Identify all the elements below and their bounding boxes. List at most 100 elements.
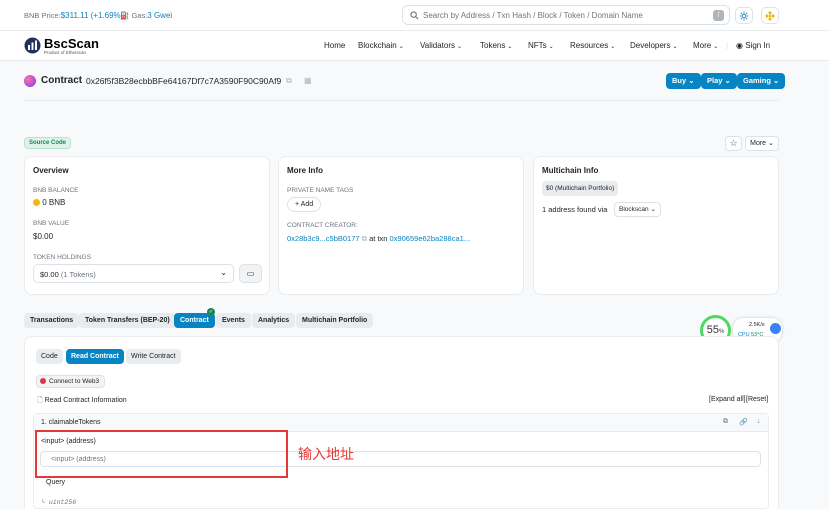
chevron-down-icon: ⌄: [768, 140, 774, 147]
qr-code-icon[interactable]: ▦: [304, 76, 312, 85]
network-switch-button[interactable]: [761, 7, 779, 24]
tab-multichain-portfolio[interactable]: Multichain Portfolio: [296, 313, 374, 328]
chevron-down-icon: ⌄: [507, 44, 513, 50]
nav-tokens[interactable]: Tokens ⌄: [480, 41, 512, 50]
chevron-down-icon: ⌄: [456, 44, 463, 50]
chevron-down-icon: ⌄: [672, 44, 678, 50]
bnb-balance-label: BNB BALANCE: [33, 187, 79, 194]
chevron-down-icon: ⌄: [220, 268, 227, 277]
nav-blockchain[interactable]: Blockchain ⌄: [358, 41, 404, 50]
annotation-highlight-box: [35, 430, 288, 478]
blockscan-dropdown[interactable]: Blockscan ⌄: [614, 202, 661, 217]
gaming-button[interactable]: Gaming ⌄: [737, 73, 786, 89]
gas-price: ⛽ Gas: 3 Gwei: [120, 11, 173, 20]
search-shortcut: /: [713, 10, 724, 21]
copy-icon[interactable]: ⧉: [286, 76, 292, 86]
chevron-down-icon: ⌄: [724, 76, 731, 85]
star-icon: ☆: [729, 138, 738, 148]
subtab-write-contract[interactable]: Write Contract: [126, 349, 181, 364]
chevron-down-icon: ⌄: [650, 206, 656, 213]
nav-more[interactable]: More ⌄: [693, 41, 718, 50]
nav-nfts[interactable]: NFTs ⌄: [528, 41, 554, 50]
tab-transactions[interactable]: Transactions: [24, 313, 80, 328]
theme-toggle-button[interactable]: [735, 7, 753, 24]
bnb-value-label: BNB VALUE: [33, 220, 70, 227]
chevron-down-icon: ⌄: [773, 76, 780, 85]
search-box[interactable]: /: [402, 5, 730, 25]
bnb-balance-value: 0 BNB: [33, 198, 65, 207]
multichain-info-card: Multichain Info $0 (Multichain Portfolio…: [533, 156, 779, 295]
nav-signin[interactable]: ◉ Sign In: [736, 41, 770, 50]
multichain-title: Multichain Info: [542, 166, 599, 175]
address-found-text: 1 address found via: [542, 205, 608, 214]
bnb-logo-icon: [765, 10, 775, 21]
nav-separator: |: [726, 41, 729, 50]
buy-button[interactable]: Buy ⌄: [666, 73, 701, 89]
search-input[interactable]: [423, 9, 708, 22]
copy-icon[interactable]: ⧉: [362, 234, 367, 243]
document-icon: 🗋: [37, 397, 43, 404]
token-holdings-label: TOKEN HOLDINGS: [33, 254, 92, 261]
contract-avatar-icon: [24, 75, 36, 87]
nav-developers[interactable]: Developers ⌄: [630, 41, 678, 50]
nav-home[interactable]: Home: [324, 41, 345, 50]
add-tag-button[interactable]: + Add: [287, 197, 322, 212]
logo-subtitle: Product of Etherscan: [44, 50, 87, 55]
nav-resources[interactable]: Resources ⌄: [570, 41, 615, 50]
bnb-price-value[interactable]: $311.11 (+1.69%): [61, 11, 124, 20]
read-contract-info: 🗋 Read Contract Information: [37, 397, 127, 404]
accelerator-icon: [770, 323, 781, 334]
chevron-down-icon: ⌄: [548, 44, 554, 50]
network-speed: 2.5K/s: [749, 322, 765, 328]
gas-pump-icon: ⛽: [120, 11, 130, 20]
more-info-card: More Info PRIVATE NAME TAGS + Add CONTRA…: [278, 156, 524, 295]
contract-address: 0x26f5f3B28ecbbBFe64167Df7c7A3590F90C90A…: [86, 76, 282, 86]
bnb-value: $0.00: [33, 232, 54, 241]
arrow-down-icon[interactable]: ↓: [757, 418, 761, 425]
private-name-tags-label: PRIVATE NAME TAGS: [287, 187, 354, 194]
token-holdings-view-button[interactable]: ▭: [239, 264, 262, 283]
sun-icon: [739, 11, 749, 20]
reset-link[interactable]: [Reset]: [746, 396, 768, 403]
contract-creator-label: CONTRACT CREATOR:: [287, 222, 358, 229]
subtab-code[interactable]: Code: [36, 349, 63, 364]
copy-link-icon[interactable]: ⧉: [723, 418, 728, 426]
connect-web3-button[interactable]: Connect to Web3: [36, 375, 106, 388]
favorite-star-button[interactable]: ☆: [725, 136, 742, 151]
tab-analytics[interactable]: Analytics: [252, 313, 296, 328]
link-icon[interactable]: 🔗: [739, 418, 748, 426]
wallet-icon: ▭: [246, 269, 255, 278]
subtab-read-contract[interactable]: Read Contract: [66, 349, 124, 364]
token-holdings-dropdown[interactable]: $0.00 (1 Tokens) ⌄: [33, 264, 234, 283]
chevron-down-icon: ⌄: [610, 44, 616, 50]
header-divider: [24, 100, 779, 101]
tab-events[interactable]: Events: [216, 313, 251, 328]
more-options-button[interactable]: More ⌄: [745, 136, 779, 151]
bnb-coin-icon: [33, 199, 40, 206]
chevron-down-icon: ⌄: [398, 44, 404, 50]
multichain-portfolio-badge[interactable]: $0 (Multichain Portfolio): [542, 181, 619, 196]
disconnected-dot-icon: [40, 378, 46, 384]
annotation-text: 输入地址: [298, 447, 354, 463]
return-type: └ uint256: [41, 499, 77, 506]
gas-value[interactable]: 3 Gwei: [147, 11, 172, 20]
user-circle-icon: ◉: [736, 41, 743, 50]
bnb-price: BNB Price: $311.11 (+1.69%): [24, 11, 124, 20]
tab-token-transfers[interactable]: Token Transfers (BEP-20): [79, 313, 176, 328]
verified-check-icon: ✓: [207, 308, 215, 316]
main-navbar: BscScan Product of Etherscan Home Blockc…: [0, 31, 829, 61]
nav-validators[interactable]: Validators ⌄: [420, 41, 462, 50]
top-bar: BNB Price: $311.11 (+1.69%) ⛽ Gas: 3 Gwe…: [0, 0, 829, 31]
expand-all-link[interactable]: [Expand all]: [709, 396, 746, 403]
query-button[interactable]: Query: [46, 479, 65, 486]
play-button[interactable]: Play ⌄: [701, 73, 737, 89]
creator-address-link[interactable]: 0x28b3c9...c5bB0177: [287, 234, 360, 243]
source-code-badge[interactable]: Source Code: [24, 137, 72, 149]
more-info-title: More Info: [287, 166, 323, 175]
chevron-down-icon: ⌄: [713, 44, 719, 50]
contract-creator-row: 0x28b3c9...c5bB0177 ⧉ at txn 0x90659e62b…: [287, 234, 471, 243]
bscscan-logo-icon: [24, 37, 41, 54]
chevron-down-icon: ⌄: [688, 76, 695, 85]
creator-txn-link[interactable]: 0x90659e62ba288ca1...: [390, 234, 471, 243]
contract-title: Contract: [41, 75, 83, 86]
